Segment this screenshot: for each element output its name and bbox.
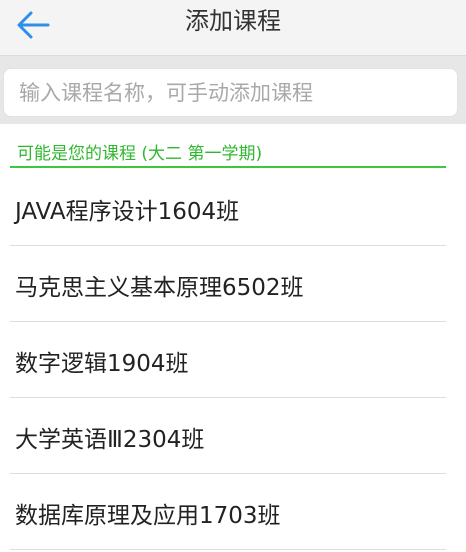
search-area <box>0 56 466 124</box>
course-name: 大学英语Ⅲ2304班 <box>15 427 205 453</box>
course-name: 马克思主义基本原理6502班 <box>15 275 304 301</box>
suggested-courses-header: 可能是您的课程 (大二 第一学期) <box>10 136 446 168</box>
course-name: 数字逻辑1904班 <box>15 351 189 377</box>
course-name: 数据库原理及应用1703班 <box>15 503 281 529</box>
course-item[interactable]: 数据库原理及应用1703班 <box>0 474 466 550</box>
suggested-courses-title: 可能是您的课程 (大二 第一学期) <box>17 144 263 164</box>
course-name: JAVA程序设计1604班 <box>15 199 240 225</box>
suggested-course-list: JAVA程序设计1604班 马克思主义基本原理6502班 数字逻辑1904班 大… <box>0 170 466 550</box>
course-search-input[interactable] <box>4 69 457 116</box>
course-item[interactable]: 马克思主义基本原理6502班 <box>0 246 466 322</box>
course-item[interactable]: 大学英语Ⅲ2304班 <box>0 398 466 474</box>
course-item[interactable]: 数字逻辑1904班 <box>0 322 466 398</box>
course-item[interactable]: JAVA程序设计1604班 <box>0 170 466 246</box>
search-box[interactable] <box>3 68 458 117</box>
page-title: 添加课程 <box>185 7 281 35</box>
app-header: 添加课程 <box>0 0 466 56</box>
